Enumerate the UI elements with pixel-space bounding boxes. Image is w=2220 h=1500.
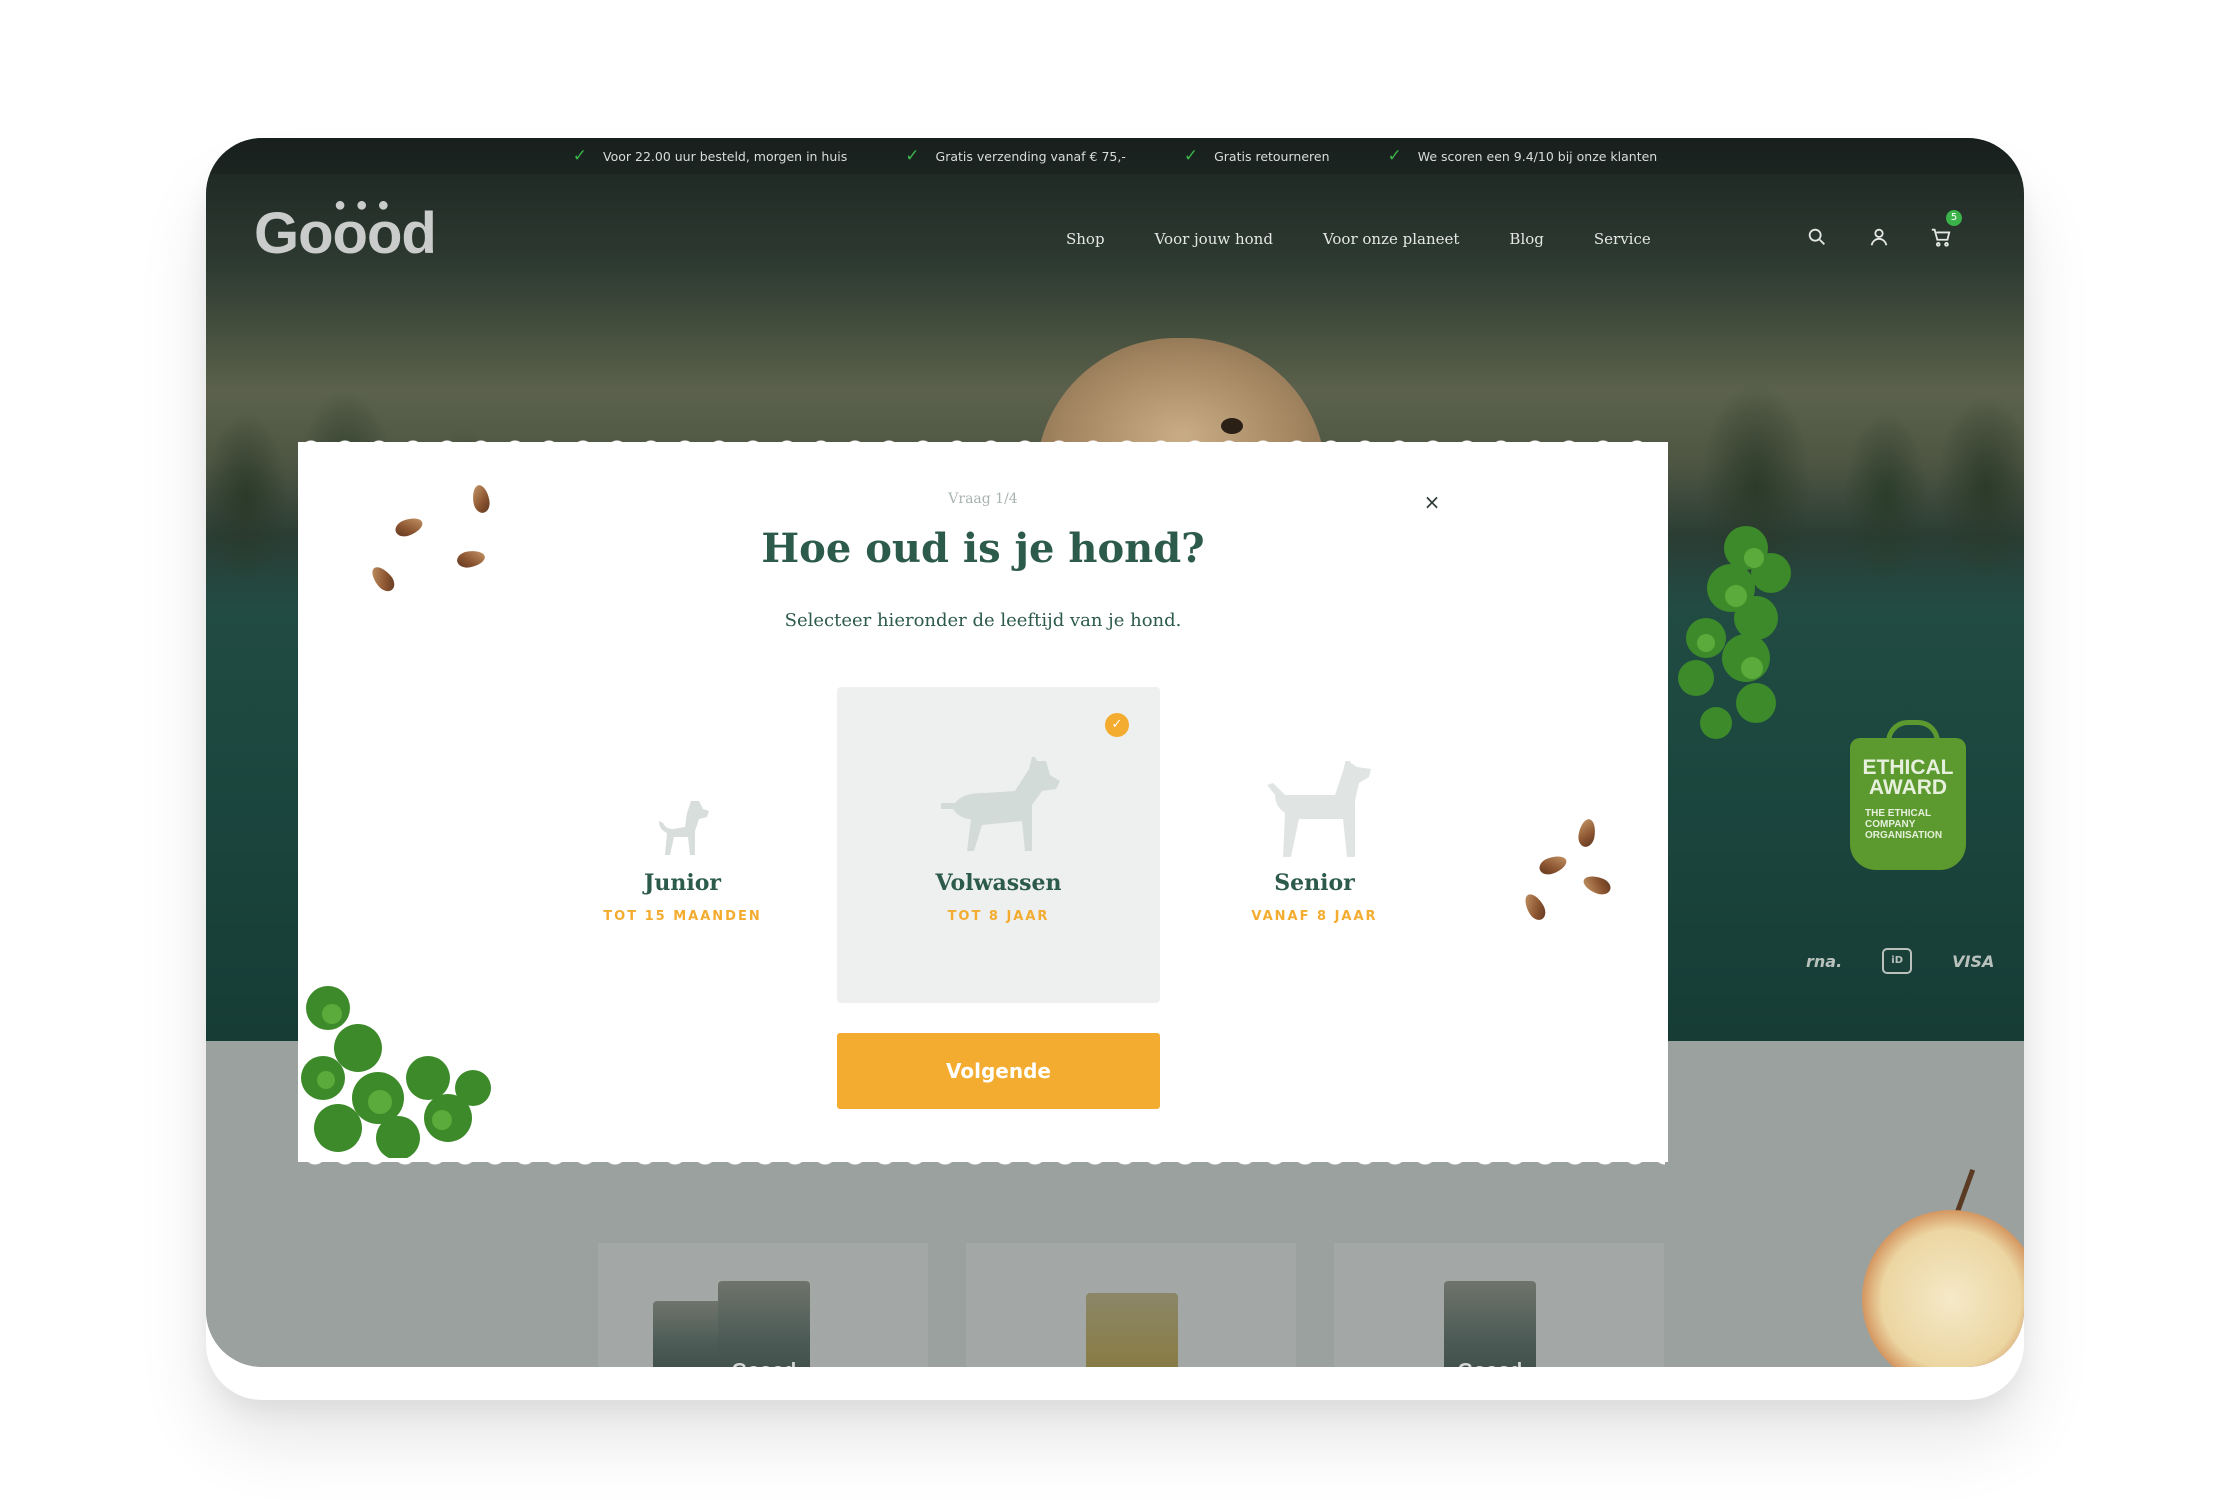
adult-dog-icon xyxy=(940,757,1060,851)
cart-count-badge: 5 xyxy=(1946,210,1962,226)
browser-frame: ✓ Voor 22.00 uur besteld, morgen in huis … xyxy=(206,138,2024,1367)
product-card[interactable]: Goood xyxy=(598,1243,928,1367)
usp-item: ✓ Gratis verzending vanaf € 75,- xyxy=(905,146,1126,166)
modal-title: Hoe oud is je hond? xyxy=(761,525,1205,572)
product-card[interactable]: Goood xyxy=(1334,1243,1664,1367)
product-bag-image xyxy=(653,1301,723,1367)
seed-decoration xyxy=(470,483,492,515)
account-icon[interactable] xyxy=(1868,226,1892,250)
option-sublabel: VANAF 8 JAAR xyxy=(1251,909,1378,924)
cart-icon[interactable]: 5 xyxy=(1930,210,1962,250)
option-volwassen[interactable]: ✓ Volwassen TOT 8 JAAR xyxy=(837,687,1160,1003)
product-bag-image xyxy=(1086,1293,1178,1367)
klarna-logo: rna. xyxy=(1806,951,1843,971)
award-title: ETHICAL AWARD xyxy=(1862,756,1954,799)
payment-methods: rna. iD VISA xyxy=(1806,948,1994,974)
modal-torn-edge-bottom xyxy=(301,1154,1665,1168)
header-icons: 5 xyxy=(1806,210,1962,250)
parsley-decoration xyxy=(1678,526,1791,739)
age-options: Junior TOT 15 MAANDEN ✓ Volwassen TOT 8 … xyxy=(301,687,1665,1003)
paw-icon: ● ● ● xyxy=(334,194,392,216)
nav-item-voor-jouw-hond[interactable]: Voor jouw hond xyxy=(1155,230,1273,248)
quiz-step-counter: Vraag 1/4 xyxy=(948,491,1018,507)
next-button[interactable]: Volgende xyxy=(837,1033,1160,1109)
age-quiz-modal: Vraag 1/4 Hoe oud is je hond? Selecteer … xyxy=(301,445,1665,1159)
close-button[interactable]: × xyxy=(1417,487,1447,517)
main-nav: Shop Voor jouw hond Voor onze planeet Bl… xyxy=(1066,230,1651,248)
nav-item-service[interactable]: Service xyxy=(1594,230,1651,248)
usp-item: ✓ Gratis retourneren xyxy=(1183,146,1330,166)
check-icon: ✓ xyxy=(572,146,588,166)
small-dog-icon xyxy=(658,801,709,855)
nav-item-voor-onze-planeet[interactable]: Voor onze planeet xyxy=(1323,230,1459,248)
check-icon: ✓ xyxy=(1183,146,1199,166)
check-icon: ✓ xyxy=(1387,146,1402,166)
option-label: Volwassen xyxy=(935,870,1062,896)
modal-subtitle: Selecteer hieronder de leeftijd van je h… xyxy=(784,610,1182,631)
option-label: Senior xyxy=(1274,870,1355,896)
usp-item: ✓ Voor 22.00 uur besteld, morgen in huis xyxy=(572,146,848,166)
option-senior[interactable]: Senior VANAF 8 JAAR xyxy=(1153,687,1476,1003)
parsley-decoration xyxy=(301,986,491,1158)
award-bag-handle xyxy=(1886,720,1940,755)
product-bag-image: Goood xyxy=(1444,1281,1536,1367)
dog-eye xyxy=(1221,418,1243,434)
ethical-award-badge: ETHICAL AWARD THE ETHICAL COMPANY ORGANI… xyxy=(1850,720,1966,870)
usp-bar: ✓ Voor 22.00 uur besteld, morgen in huis … xyxy=(206,138,2024,174)
usp-item: ✓ We scoren een 9.4/10 bij onze klanten xyxy=(1387,146,1658,166)
search-icon[interactable] xyxy=(1806,226,1830,250)
visa-logo: VISA xyxy=(1952,951,1995,971)
product-bag-image: Goood xyxy=(718,1281,810,1367)
option-sublabel: TOT 8 JAAR xyxy=(947,909,1050,924)
site-logo[interactable]: ● ● ● Goood xyxy=(254,194,437,270)
nav-item-blog[interactable]: Blog xyxy=(1509,230,1543,248)
award-subtitle: THE ETHICAL COMPANY ORGANISATION xyxy=(1865,808,1943,841)
option-label: Junior xyxy=(643,870,722,896)
senior-dog-icon xyxy=(1266,761,1371,857)
ideal-logo: iD xyxy=(1882,948,1913,974)
nav-item-shop[interactable]: Shop xyxy=(1066,230,1105,248)
check-icon: ✓ xyxy=(905,146,920,166)
product-card[interactable] xyxy=(966,1243,1296,1367)
selected-check-icon: ✓ xyxy=(1105,713,1129,737)
option-junior[interactable]: Junior TOT 15 MAANDEN xyxy=(521,687,844,1003)
option-sublabel: TOT 15 MAANDEN xyxy=(603,909,762,924)
